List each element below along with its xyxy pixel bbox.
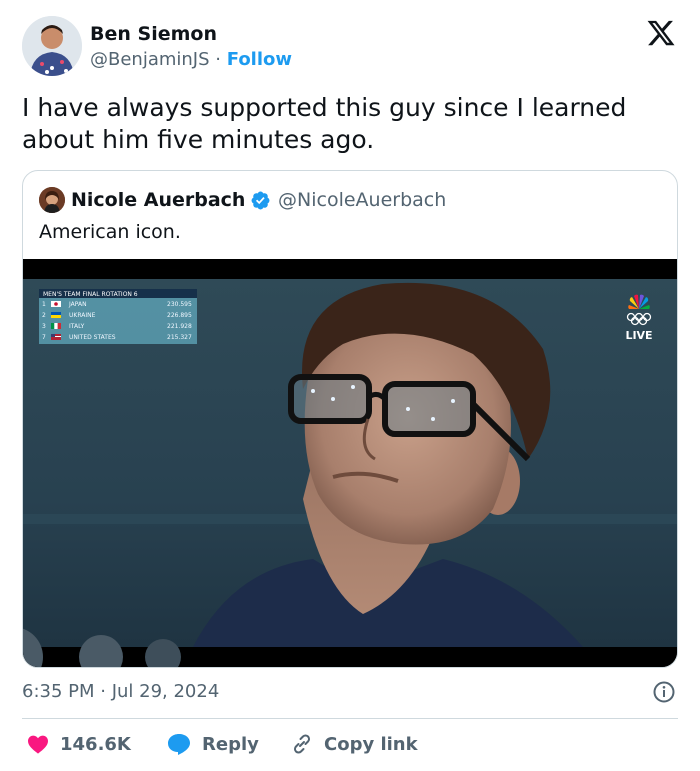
info-icon[interactable] <box>652 680 676 704</box>
follow-button[interactable]: Follow <box>227 49 292 70</box>
author-name[interactable]: Ben Siemon <box>90 22 217 46</box>
scoreboard-country: UNITED STATES <box>69 334 116 341</box>
author-handle[interactable]: @BenjaminJS <box>90 49 210 70</box>
live-label: LIVE <box>625 329 652 342</box>
scoreboard-score: 230.595 <box>167 301 192 308</box>
quoted-author-handle: @NicoleAuerbach <box>278 189 447 211</box>
scoreboard-country: ITALY <box>69 323 85 330</box>
actions-divider <box>22 718 678 719</box>
scoreboard-country: UKRAINE <box>69 312 96 319</box>
reply-button[interactable]: Reply <box>166 730 259 758</box>
tweet-timestamp[interactable]: 6:35 PM · Jul 29, 2024 <box>22 680 219 704</box>
scoreboard-score: 215.327 <box>167 334 192 341</box>
quoted-tweet-card[interactable]: Nicole Auerbach @NicoleAuerbach American… <box>22 170 678 668</box>
scoreboard-rank: 7 <box>42 334 46 341</box>
quoted-author-avatar[interactable] <box>39 187 65 213</box>
scoreboard-title: MEN'S TEAM FINAL ROTATION 6 <box>43 291 138 298</box>
like-count: 146.6K <box>60 733 131 755</box>
heart-icon <box>28 735 48 754</box>
handle-separator: · <box>215 49 222 70</box>
like-button[interactable]: 146.6K <box>26 730 131 758</box>
scoreboard-score: 226.895 <box>167 312 192 319</box>
flag-ukraine-icon <box>51 312 61 315</box>
link-icon <box>293 734 311 754</box>
verified-badge-icon <box>250 190 271 211</box>
copy-link-button[interactable]: Copy link <box>290 730 418 758</box>
tweet-text: I have always supported this guy since I… <box>22 93 627 154</box>
author-handle-row: @BenjaminJS · Follow <box>90 48 292 72</box>
reply-label: Reply <box>202 733 259 755</box>
scoreboard-overlay: MEN'S TEAM FINAL ROTATION 6 1 JAPAN 230.… <box>39 289 197 344</box>
scoreboard-rank: 2 <box>42 312 46 319</box>
scoreboard-rank: 3 <box>42 323 46 330</box>
flag-italy-icon <box>51 323 55 329</box>
scoreboard-score: 221.928 <box>167 323 192 330</box>
copy-link-label: Copy link <box>324 733 418 755</box>
quoted-tweet-media[interactable]: MEN'S TEAM FINAL ROTATION 6 1 JAPAN 230.… <box>23 259 677 667</box>
quoted-tweet-text: American icon. <box>39 221 181 243</box>
broadcast-still-image: MEN'S TEAM FINAL ROTATION 6 1 JAPAN 230.… <box>23 259 677 667</box>
quoted-author-name: Nicole Auerbach <box>71 189 246 211</box>
scoreboard-rank: 1 <box>42 301 46 308</box>
author-avatar[interactable] <box>22 16 82 76</box>
scoreboard-country: JAPAN <box>68 301 87 308</box>
reply-bubble-icon <box>168 734 190 755</box>
x-logo-icon[interactable] <box>646 18 676 48</box>
